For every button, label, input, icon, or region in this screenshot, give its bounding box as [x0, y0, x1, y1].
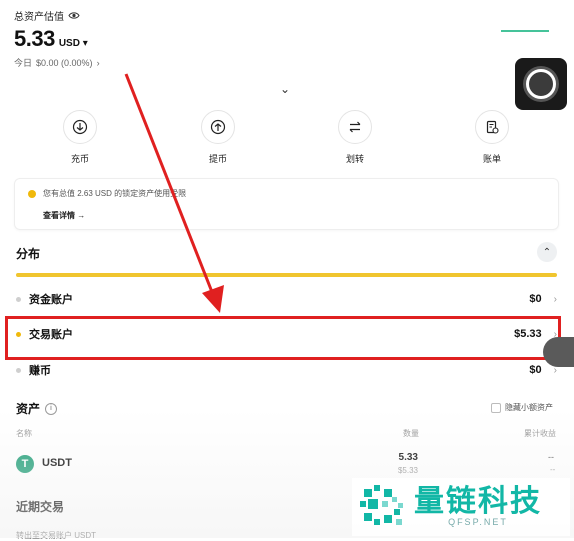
account-value: $0 — [529, 293, 542, 305]
warning-dot-icon — [28, 190, 36, 198]
balance-value: 5.33 — [14, 26, 55, 51]
column-header-name: 名称 — [16, 429, 32, 438]
floating-assistive-button[interactable] — [515, 58, 567, 110]
annotation-arrow — [124, 73, 224, 313]
bill-label: 账单 — [482, 154, 501, 164]
watermark-logo-icon — [360, 485, 403, 525]
transfer-icon — [338, 110, 372, 144]
bill-icon — [475, 110, 509, 144]
recent-trades-title: 近期交易 — [16, 500, 65, 514]
account-row-earn[interactable]: 赚币 $0 › — [16, 360, 557, 380]
assistive-touch-icon — [526, 69, 556, 99]
watermark-subtext: QFSP.NET — [448, 517, 508, 527]
expand-chevron-icon[interactable]: ⌄ — [280, 82, 290, 96]
today-pnl[interactable]: 今日 $0.00 (0.00%) › — [14, 56, 100, 69]
collapse-chevron-icon[interactable]: ⌃ — [537, 242, 557, 262]
asset-qty: 5.33 — [398, 452, 418, 463]
column-header-earn: 累计收益 — [524, 429, 556, 438]
side-drag-handle[interactable] — [543, 337, 574, 367]
transfer-label: 划转 — [345, 154, 364, 164]
chevron-right-icon: › — [553, 293, 557, 305]
asset-symbol[interactable]: USDT — [42, 457, 72, 469]
bullet-icon — [16, 296, 21, 302]
info-icon[interactable]: i — [45, 402, 58, 415]
view-details-link[interactable]: 查看详情 → — [43, 210, 85, 221]
column-header-qty: 数量 — [403, 429, 419, 438]
withdraw-label: 提币 — [208, 154, 227, 164]
total-assets-title: 总资产估值 — [14, 12, 64, 23]
balance-display: 5.33 USD ▾ — [14, 26, 88, 52]
usdt-token-icon: T — [16, 455, 34, 473]
currency-selector[interactable]: USD ▾ — [59, 38, 88, 49]
deposit-icon — [63, 110, 97, 144]
assets-header: 资产 i — [16, 400, 58, 417]
today-change: $0.00 (0.00%) — [36, 57, 93, 68]
assets-title: 资产 — [16, 402, 41, 416]
withdraw-icon — [201, 110, 235, 144]
bullet-icon — [16, 367, 21, 373]
deposit-button[interactable]: 充币 — [50, 110, 110, 165]
today-label: 今日 — [14, 58, 33, 68]
account-name: 资金账户 — [29, 294, 73, 306]
currency-label: USD — [58, 38, 80, 49]
hide-small-assets-toggle[interactable]: 隐藏小额资产 — [491, 402, 553, 413]
asset-usd-value: $5.33 — [397, 466, 418, 475]
hide-small-label: 隐藏小额资产 — [505, 403, 553, 412]
recent-trade-item[interactable]: 转出至交易账户 USDT — [16, 530, 96, 541]
asset-earn: -- — [548, 452, 554, 462]
checkbox-icon — [491, 402, 501, 413]
locked-assets-notice: 您有总值 2.63 USD 的锁定资产使用受限 查看详情 → — [14, 178, 559, 230]
eye-icon[interactable] — [68, 11, 80, 20]
withdraw-button[interactable]: 提币 — [188, 110, 248, 165]
distribution-title: 分布 — [16, 247, 41, 261]
account-row-funding[interactable]: 资金账户 $0 › — [16, 289, 557, 309]
asset-earn-sub: -- — [550, 465, 556, 474]
distribution-bar — [16, 273, 557, 277]
sparkline — [501, 30, 549, 32]
watermark: 量链科技 QFSP.NET — [352, 478, 570, 536]
chevron-right-icon: › — [96, 57, 100, 68]
caret-down-icon: ▾ — [82, 38, 88, 49]
total-assets-label: 总资产估值 — [14, 8, 80, 23]
watermark-text: 量链科技 — [414, 485, 542, 518]
deposit-label: 充币 — [70, 154, 89, 164]
bill-button[interactable]: 账单 — [462, 110, 522, 165]
notice-text: 您有总值 2.63 USD 的锁定资产使用受限 — [43, 189, 187, 198]
transfer-button[interactable]: 划转 — [325, 110, 385, 165]
account-name: 赚币 — [29, 365, 51, 377]
highlight-box — [5, 316, 561, 360]
account-value: $0 — [529, 364, 542, 376]
